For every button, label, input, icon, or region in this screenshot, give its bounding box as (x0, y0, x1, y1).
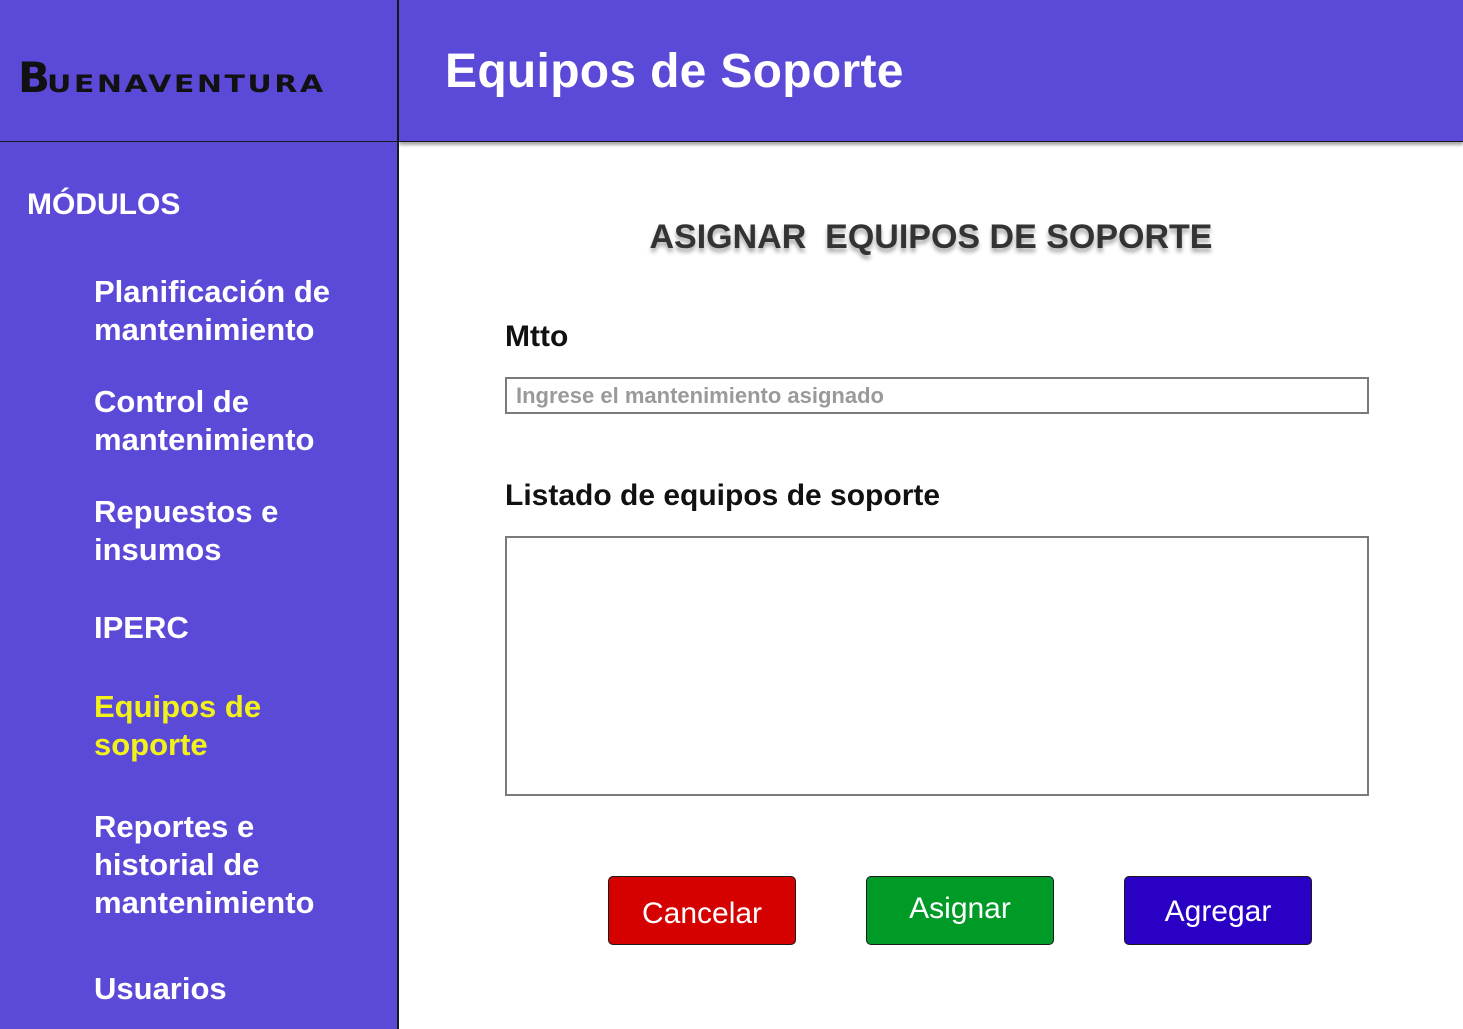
sidebar-item-label: Equipos de soporte (94, 689, 262, 762)
section-title: ASIGNAR EQUIPOS DE SOPORTE (649, 218, 1213, 256)
assign-button[interactable]: Asignar (866, 876, 1054, 945)
sidebar-item-reportes[interactable]: Reportes e historial de mantenimiento (94, 808, 334, 922)
sidebar-item-equipos-soporte[interactable]: Equipos de soporte (94, 688, 304, 764)
sidebar-item-label: Planificación de mantenimiento (94, 274, 331, 347)
sidebar-item-label: Control de mantenimiento (94, 384, 315, 457)
add-button-label: Agregar (1164, 894, 1272, 928)
cancel-button-label: Cancelar (641, 896, 763, 930)
sidebar-item-usuarios[interactable]: Usuarios (94, 970, 384, 1008)
assign-button-label: Asignar (909, 891, 1011, 925)
page-title: Equipos de Soporte (445, 45, 904, 98)
cancel-button[interactable]: Cancelar (608, 876, 796, 945)
sidebar-heading: MÓDULOS (27, 188, 181, 221)
sidebar-item-label: Usuarios (94, 971, 227, 1006)
mtto-input[interactable] (505, 377, 1369, 414)
sidebar-item-control[interactable]: Control de mantenimiento (94, 383, 384, 459)
sidebar-item-repuestos[interactable]: Repuestos e insumos (94, 493, 324, 569)
add-button[interactable]: Agregar (1124, 876, 1312, 945)
support-equipment-list[interactable] (505, 536, 1369, 796)
support-equipment-list-label: Listado de equipos de soporte (505, 479, 941, 512)
brand-logo: B UENAVENTURA (18, 53, 323, 102)
sidebar: MÓDULOS Planificación de mantenimiento C… (0, 142, 399, 1029)
sidebar-item-planificacion[interactable]: Planificación de mantenimiento (94, 273, 384, 349)
logo-initial: B (18, 53, 50, 102)
sidebar-item-label: IPERC (94, 610, 189, 645)
top-header: Equipos de Soporte (399, 0, 1463, 142)
logo-wordmark: UENAVENTURA (47, 70, 326, 98)
mtto-label: Mtto (505, 320, 569, 353)
sidebar-item-label: Repuestos e insumos (94, 494, 279, 567)
app-window: B UENAVENTURA Equipos de Soporte MÓDULOS… (0, 0, 1463, 1029)
logo-area: B UENAVENTURA (0, 0, 399, 142)
sidebar-item-label: Reportes e historial de mantenimiento (94, 809, 315, 920)
sidebar-item-iperc[interactable]: IPERC (94, 609, 384, 647)
